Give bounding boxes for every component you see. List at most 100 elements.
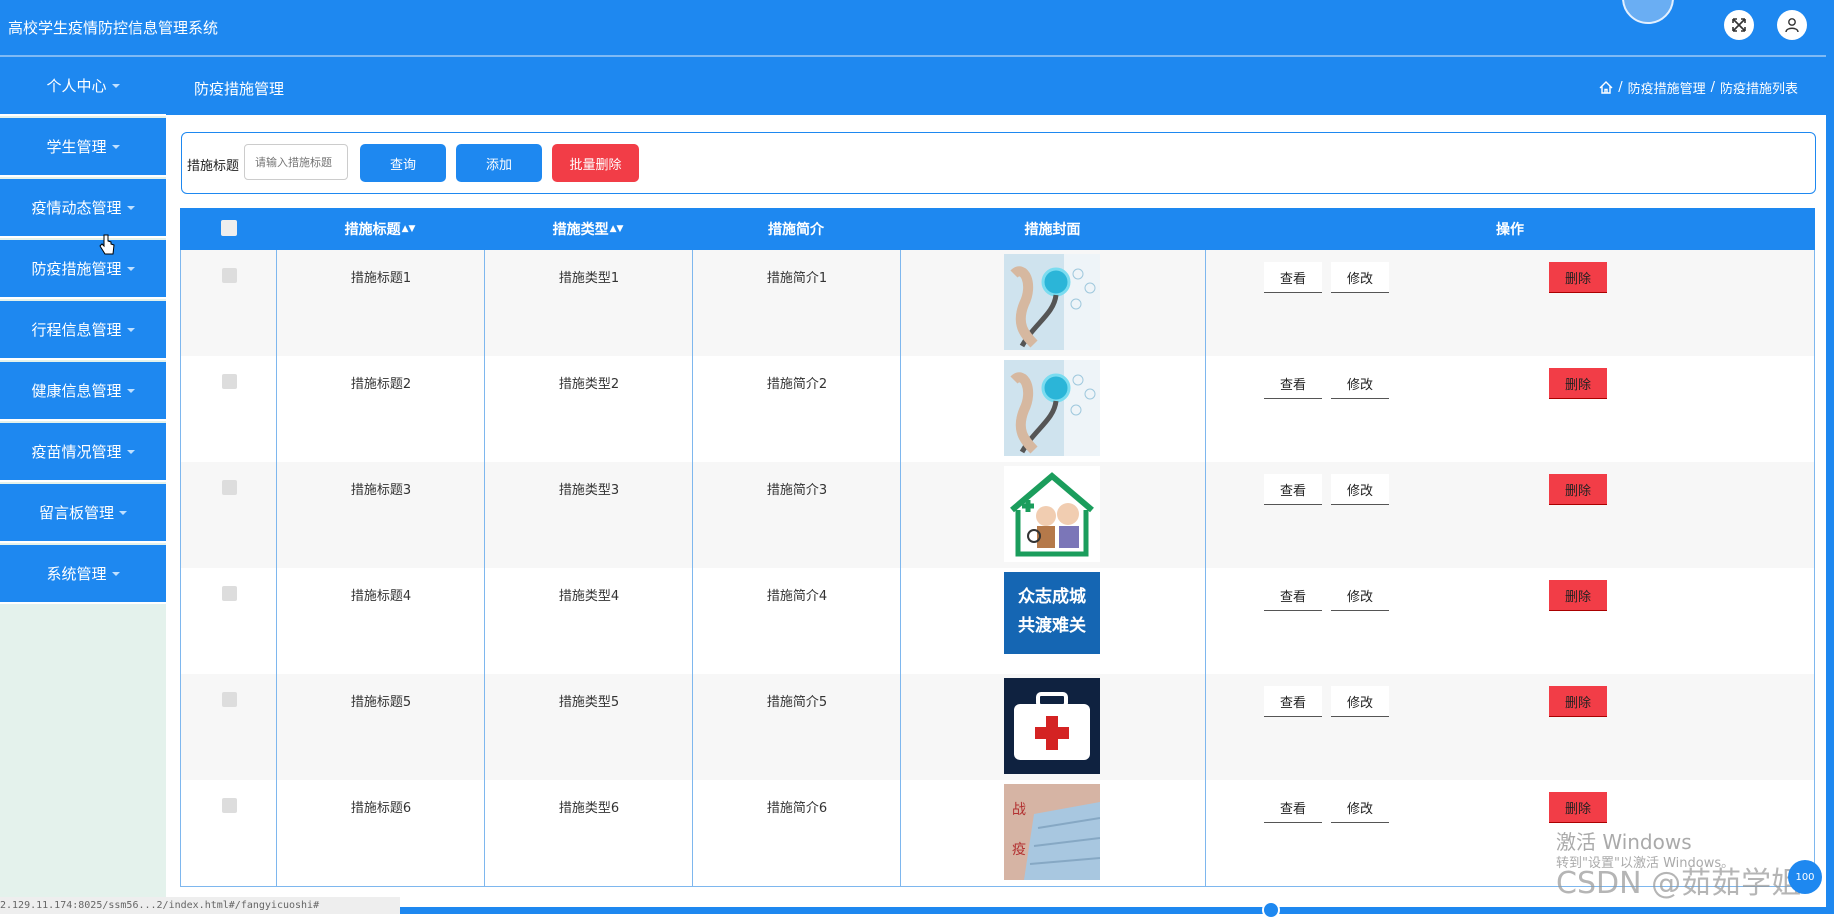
column-divider [1205, 250, 1206, 356]
row-checkbox[interactable] [222, 268, 237, 283]
sidebar-item-itinerary[interactable]: 行程信息管理 [0, 301, 166, 360]
row-checkbox[interactable] [222, 798, 237, 813]
cell-intro: 措施简介3 [766, 483, 828, 498]
home-icon[interactable] [1599, 81, 1613, 94]
row-checkbox[interactable] [222, 692, 237, 707]
delete-button[interactable]: 删除 [1549, 474, 1607, 505]
breadcrumb-item[interactable]: 防疫措施管理 [1628, 78, 1706, 97]
view-button[interactable]: 查看 [1264, 262, 1322, 293]
row-checkbox[interactable] [222, 480, 237, 495]
column-header-actions: 操作 [1496, 222, 1524, 238]
column-header-label: 措施标题 [344, 222, 401, 238]
select-all-checkbox[interactable] [221, 220, 237, 236]
right-scrollbar[interactable] [1826, 0, 1834, 914]
cell-title: 措施标题2 [350, 377, 412, 392]
column-divider [1205, 568, 1206, 674]
breadcrumb: / 防疫措施管理 / 防疫措施列表 [1599, 78, 1798, 97]
chevron-down-icon [111, 83, 120, 88]
horizontal-scrollbar[interactable] [400, 907, 1826, 914]
chevron-down-icon [126, 205, 135, 210]
top-header: 高校学生疫情防控信息管理系统 [0, 0, 1826, 57]
cell-intro: 措施简介5 [766, 695, 828, 710]
chevron-down-icon [111, 144, 120, 149]
sidebar-item-label: 防疫措施管理 [31, 260, 122, 278]
breadcrumb-item: 防疫措施列表 [1719, 82, 1798, 97]
sidebar-item-label: 疫情动态管理 [31, 199, 122, 217]
hand-cursor-icon [99, 234, 115, 255]
row-checkbox[interactable] [222, 586, 237, 601]
delete-button[interactable]: 删除 [1549, 792, 1607, 823]
column-divider [692, 462, 693, 568]
chevron-down-icon [126, 388, 135, 393]
sidebar-item-system[interactable]: 系统管理 [0, 545, 166, 604]
cell-title: 措施标题6 [350, 801, 412, 816]
cell-title: 措施标题1 [350, 271, 412, 286]
edit-button[interactable]: 修改 [1331, 792, 1389, 823]
sidebar-item-message-board[interactable]: 留言板管理 [0, 484, 166, 543]
cell-type: 措施类型4 [558, 589, 620, 604]
delete-button[interactable]: 删除 [1549, 686, 1607, 717]
sidebar-item-vaccine[interactable]: 疫苗情况管理 [0, 423, 166, 482]
cover-image: 众志成城 共渡难关 [1004, 572, 1100, 668]
column-header-cover: 措施封面 [1024, 222, 1081, 238]
cell-type: 措施类型1 [558, 271, 620, 286]
sort-icon[interactable]: ▲▼ [610, 224, 624, 234]
sidebar-item-label: 留言板管理 [38, 504, 114, 522]
view-button[interactable]: 查看 [1264, 686, 1322, 717]
add-button[interactable]: 添加 [456, 144, 542, 182]
column-divider [1205, 356, 1206, 462]
edit-button[interactable]: 修改 [1331, 368, 1389, 399]
mask-icon: 战疫 [1004, 784, 1100, 880]
column-divider [484, 356, 485, 462]
column-divider [484, 780, 485, 886]
edit-button[interactable]: 修改 [1331, 262, 1389, 293]
column-header-intro: 措施简介 [768, 222, 824, 238]
cover-image [1004, 360, 1100, 456]
search-input[interactable] [244, 144, 348, 180]
stethoscope-icon [1004, 360, 1100, 456]
edit-button[interactable]: 修改 [1331, 686, 1389, 717]
table-row: 措施标题1 措施类型1 措施简介1 查看 修改 删除 [180, 250, 1815, 357]
delete-button[interactable]: 删除 [1549, 368, 1607, 399]
sidebar-item-health-info[interactable]: 健康信息管理 [0, 362, 166, 421]
sidebar-item-students[interactable]: 学生管理 [0, 118, 166, 177]
column-divider [1205, 780, 1206, 886]
sidebar-item-prevention-measures[interactable]: 防疫措施管理 [0, 240, 166, 299]
batch-delete-button[interactable]: 批量删除 [552, 144, 639, 182]
delete-button[interactable]: 删除 [1549, 262, 1607, 293]
view-button[interactable]: 查看 [1264, 792, 1322, 823]
delete-button[interactable]: 删除 [1549, 580, 1607, 611]
column-divider [276, 356, 277, 462]
table-row: 措施标题4 措施类型4 措施简介4 众志成城 共渡难关 查看 修改 删除 [180, 568, 1815, 675]
edit-button[interactable]: 修改 [1331, 580, 1389, 611]
first-aid-kit-icon [1004, 678, 1100, 774]
user-icon[interactable] [1777, 10, 1807, 40]
fullscreen-icon[interactable] [1724, 10, 1754, 40]
column-divider [276, 462, 277, 568]
house-elderly-icon [1004, 466, 1100, 562]
table-row: 措施标题5 措施类型5 措施简介5 查看 修改 删除 [180, 674, 1815, 781]
cell-intro: 措施简介4 [766, 589, 828, 604]
chevron-down-icon [126, 266, 135, 271]
column-divider [276, 780, 277, 886]
view-button[interactable]: 查看 [1264, 580, 1322, 611]
column-divider [276, 568, 277, 674]
view-button[interactable]: 查看 [1264, 474, 1322, 505]
row-checkbox[interactable] [222, 374, 237, 389]
scrollbar-thumb[interactable] [1262, 901, 1280, 919]
cell-intro: 措施简介2 [766, 377, 828, 392]
column-header-type[interactable]: 措施类型 ▲▼ [484, 208, 692, 250]
edit-button[interactable]: 修改 [1331, 474, 1389, 505]
page-title: 防疫措施管理 [194, 80, 285, 98]
sort-icon[interactable]: ▲▼ [402, 224, 416, 234]
search-panel: 措施标题 查询 添加 批量删除 [181, 132, 1816, 194]
poster-footer [1004, 654, 1100, 668]
view-button[interactable]: 查看 [1264, 368, 1322, 399]
query-button[interactable]: 查询 [360, 144, 446, 182]
sidebar-item-epidemic-news[interactable]: 疫情动态管理 [0, 179, 166, 238]
column-divider [484, 568, 485, 674]
floating-widget[interactable]: 100 [1788, 860, 1822, 894]
cell-type: 措施类型2 [558, 377, 620, 392]
sidebar-item-personal-center[interactable]: 个人中心 [0, 57, 166, 116]
column-header-title[interactable]: 措施标题 ▲▼ [276, 208, 484, 250]
